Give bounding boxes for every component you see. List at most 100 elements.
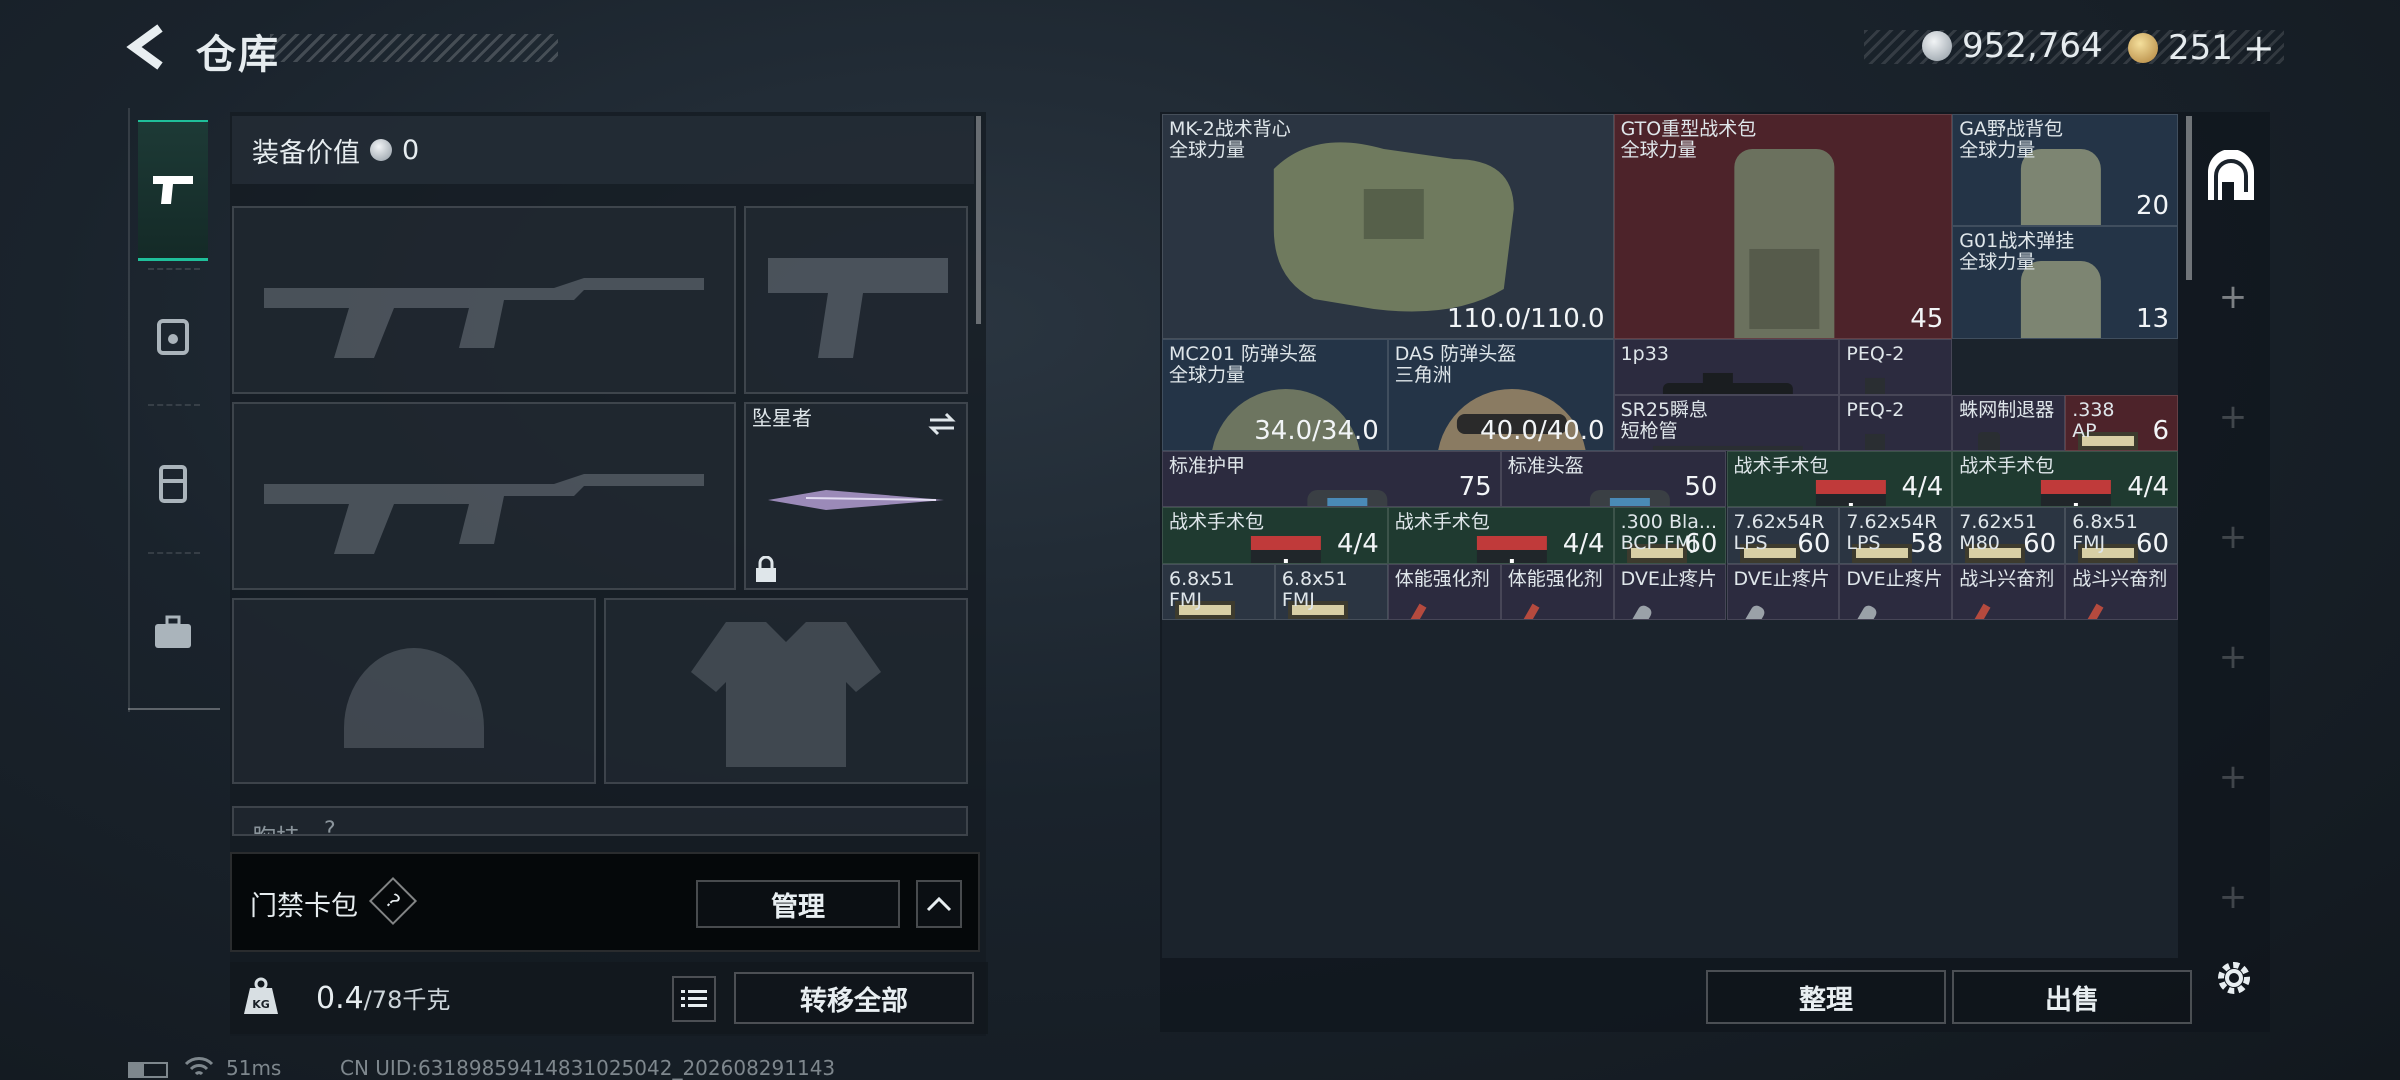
inventory-item[interactable]: .300 Bla... BCP FMJ 60 xyxy=(1613,507,1727,564)
body-armor-slot[interactable] xyxy=(604,598,968,784)
item-title: 战术手术包 xyxy=(1733,455,1829,478)
tab-weapons[interactable] xyxy=(138,120,208,261)
back-icon[interactable] xyxy=(126,24,172,70)
item-name: 6.8x51 FMJ xyxy=(2072,512,2138,554)
tab-case[interactable] xyxy=(138,584,208,680)
inventory-item[interactable]: 战术手术包 4/4 xyxy=(1726,451,1953,508)
item-name: G01战术弹挂 全球力量 xyxy=(1959,231,2074,273)
inventory-item[interactable]: 7.62x54R LPS 60 xyxy=(1726,507,1840,564)
primary-weapon-slot-2[interactable] xyxy=(232,402,736,590)
inventory-item[interactable]: 体能强化剂 xyxy=(1500,563,1614,620)
inventory-item[interactable]: SR25瞬息 短枪管 xyxy=(1613,395,1840,452)
inventory-item[interactable]: 6.8x51 FMJ 60 xyxy=(2065,507,2178,564)
item-name: 战斗兴奋剂 xyxy=(2072,567,2168,590)
item-count: 110.0/110.0 xyxy=(1446,303,1605,334)
chest-rig-slot[interactable]: 胸挂 ? xyxy=(232,806,968,836)
sell-button[interactable]: 出售 xyxy=(1952,970,2192,1024)
item-title: 战术手术包 xyxy=(1959,455,2055,478)
item-name: 1p33 xyxy=(1621,343,1669,365)
add-stash-page-button[interactable]: + xyxy=(2216,880,2250,914)
inventory-item[interactable]: 标准头盔 50 xyxy=(1500,451,1727,508)
item-title: DVE止疼片 xyxy=(1733,567,1830,590)
inventory-item[interactable]: G01战术弹挂 全球力量 13 xyxy=(1952,226,2178,339)
expand-up-button[interactable] xyxy=(916,880,962,928)
inventory-item[interactable]: 标准护甲 75 xyxy=(1162,451,1501,508)
equip-scrollbar[interactable] xyxy=(976,116,981,324)
item-count: 75 xyxy=(1458,472,1492,503)
add-stash-page-button[interactable]: + xyxy=(2216,280,2250,314)
knife-icon xyxy=(768,490,944,510)
item-title: 战斗兴奋剂 xyxy=(2072,567,2168,590)
silver-coin-icon xyxy=(1922,31,1952,61)
item-count: 50 xyxy=(1684,472,1718,503)
sort-button[interactable]: 整理 xyxy=(1706,970,1946,1024)
inventory-item[interactable]: PEQ-2 xyxy=(1839,338,1953,395)
stash-page-selected[interactable] xyxy=(2196,128,2266,226)
tab-rig[interactable] xyxy=(138,436,208,532)
inventory-item[interactable]: PEQ-2 xyxy=(1839,395,1953,452)
inventory-item[interactable]: DVE止疼片 xyxy=(1726,563,1840,620)
currency-silver: 952,764 xyxy=(1922,26,2103,66)
stash-grid: MK-2战术背心 全球力量 110.0/110.0 GTO重型战术包 全球力量 45 GA野… xyxy=(1162,114,2178,958)
weight-icon: KG xyxy=(240,976,282,1018)
inventory-item[interactable]: DVE止疼片 xyxy=(1839,563,1953,620)
item-count: 60 xyxy=(1797,528,1831,559)
item-count: 4/4 xyxy=(2127,472,2170,503)
inventory-item[interactable]: 战术手术包 4/4 xyxy=(1387,507,1614,564)
melee-slot[interactable]: 坠星者 xyxy=(744,402,968,590)
inventory-item[interactable]: MK-2战术背心 全球力量 110.0/110.0 xyxy=(1162,114,1614,339)
item-name: DVE止疼片 xyxy=(1620,567,1717,590)
currency-add-button[interactable]: + xyxy=(2243,26,2275,70)
item-title: G01战术弹挂 xyxy=(1959,230,2075,253)
inventory-item[interactable]: DVE止疼片 xyxy=(1613,563,1727,620)
pistol-slot[interactable] xyxy=(744,206,968,394)
inventory-item[interactable]: 战术手术包 4/4 xyxy=(1162,507,1388,564)
inventory-item[interactable]: 7.62x54R LPS 58 xyxy=(1839,507,1953,564)
inventory-item[interactable]: GA野战背包 全球力量 20 xyxy=(1952,114,2178,227)
item-name: PEQ-2 xyxy=(1846,400,1904,421)
add-stash-page-button[interactable]: + xyxy=(2216,760,2250,794)
inventory-item[interactable]: 6.8x51 FMJ xyxy=(1274,563,1388,620)
item-name: 战斗兴奋剂 xyxy=(1959,568,2054,590)
inventory-item[interactable]: .338 AP 6 xyxy=(2065,395,2178,452)
add-stash-page-button[interactable]: + xyxy=(2216,640,2250,674)
inventory-item[interactable]: DAS 防弹头盔 三角洲 40.0/40.0 xyxy=(1387,338,1614,452)
inventory-item[interactable]: 7.62x51 M80 60 xyxy=(1952,507,2066,564)
item-title: DVE止疼片 xyxy=(1846,567,1943,590)
item-title: 6.8x51 xyxy=(1169,567,1235,590)
inventory-item[interactable]: 战斗兴奋剂 xyxy=(1952,563,2066,620)
tab-divider xyxy=(148,404,200,406)
inventory-item[interactable]: 战术手术包 4/4 xyxy=(1952,451,2178,508)
item-count: 58 xyxy=(1910,528,1944,559)
list-view-button[interactable] xyxy=(672,976,716,1022)
tab-armor[interactable] xyxy=(138,288,208,384)
swap-icon[interactable] xyxy=(926,410,958,438)
helmet-slot[interactable] xyxy=(232,598,596,784)
primary-weapon-slot-1[interactable] xyxy=(232,206,736,394)
inventory-item[interactable]: 体能强化剂 xyxy=(1387,563,1501,620)
melee-name: 坠星者 xyxy=(752,406,812,430)
page-title: 仓库 xyxy=(196,32,280,78)
add-stash-page-button[interactable]: + xyxy=(2216,400,2250,434)
item-subtitle: 全球力量 xyxy=(1169,139,1246,161)
item-name: 标准头盔 xyxy=(1508,456,1584,477)
inventory-item[interactable]: MC201 防弹头盔 全球力量 34.0/34.0 xyxy=(1162,338,1388,452)
inventory-item[interactable]: 蛛网制退器 xyxy=(1952,395,2066,452)
weight-current: 0.4 xyxy=(316,981,364,1016)
inventory-item[interactable]: GTO重型战术包 全球力量 45 xyxy=(1613,114,1953,339)
inventory-item[interactable]: 战斗兴奋剂 xyxy=(2065,563,2178,620)
currency-gold[interactable]: 251 + xyxy=(2128,26,2275,70)
item-title: PEQ-2 xyxy=(1846,342,1905,365)
stash-scrollbar[interactable] xyxy=(2186,116,2192,280)
item-title: .338 xyxy=(2072,399,2115,421)
item-name: MK-2战术背心 全球力量 xyxy=(1169,119,1291,161)
item-title: PEQ-2 xyxy=(1846,399,1905,421)
item-title: DVE止疼片 xyxy=(1620,567,1717,590)
gear-icon[interactable] xyxy=(2212,956,2256,1000)
manage-button[interactable]: 管理 xyxy=(696,880,900,928)
inventory-item[interactable]: 6.8x51 FMJ xyxy=(1162,563,1275,620)
inventory-item[interactable]: 1p33 xyxy=(1613,338,1840,395)
helmet-silhouette-icon xyxy=(344,648,484,748)
transfer-all-button[interactable]: 转移全部 xyxy=(734,972,974,1024)
add-stash-page-button[interactable]: + xyxy=(2216,520,2250,554)
